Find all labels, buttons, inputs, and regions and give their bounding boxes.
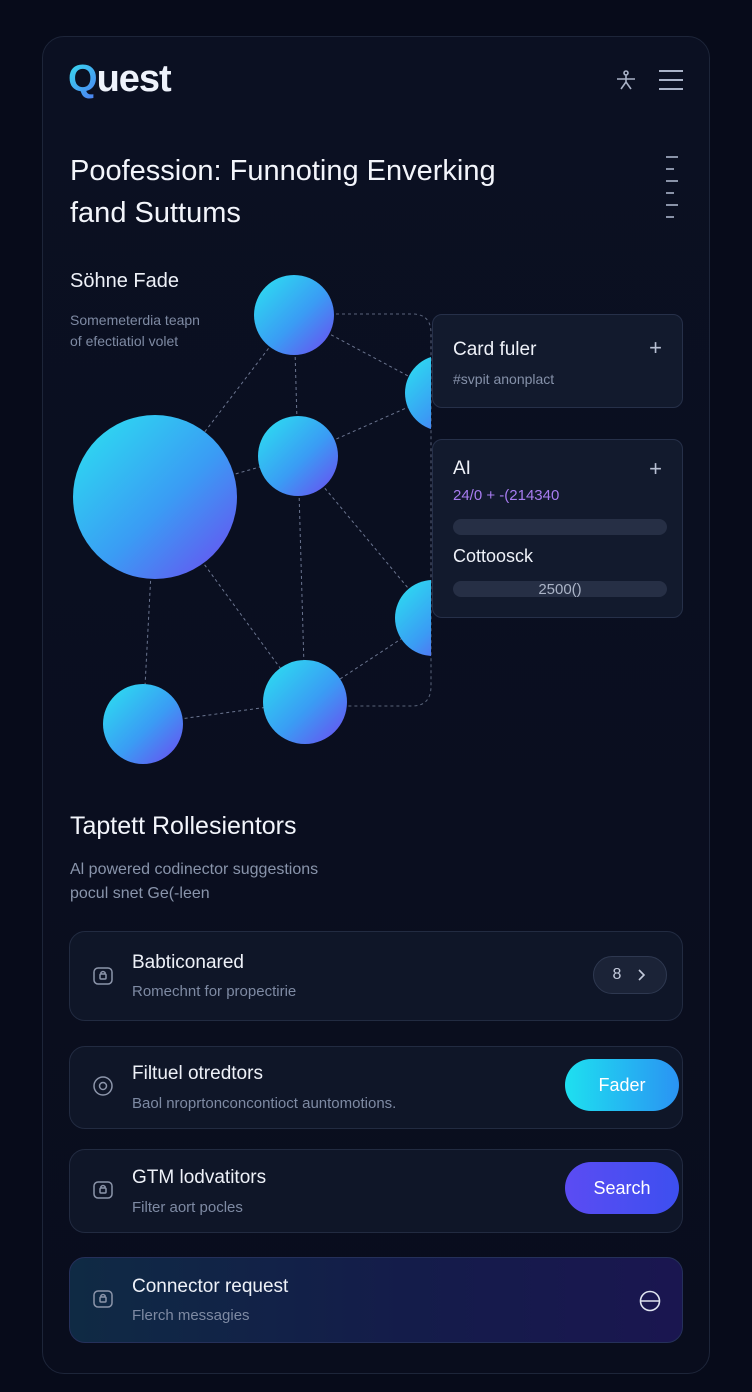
suggestion-description: Filter aort pocles [132,1199,243,1216]
suggestion-title: Filtuel otredtors [132,1063,263,1084]
fader-button[interactable]: Fader [565,1059,679,1111]
suggestions-title: Taptett Rollesientors [70,812,297,840]
suggestions-desc-line-1: Al powered codinector suggestions [70,861,319,878]
lock-icon [92,1288,114,1310]
graph-node[interactable] [258,416,338,496]
lock-icon [92,965,114,987]
add-ai-button[interactable]: + [649,458,662,480]
card-ai-title: AI [453,458,471,479]
add-filter-button[interactable]: + [649,337,662,359]
search-button[interactable]: Search [565,1162,679,1214]
graph-node[interactable] [263,660,347,744]
chevron-right-icon [638,969,646,981]
suggestion-title: Connector request [132,1276,289,1297]
card-filter-title: Card fuler [453,339,537,360]
card-ai-progress-bar [453,519,667,535]
suggestion-count-button[interactable]: 8 [593,956,667,994]
connector-request-row[interactable]: Connector request Flerch messagies [69,1257,683,1343]
card-ai-value: 24/0 + -(214340 [453,487,560,504]
suggestion-description: Baol nroprtonconcontioct auntomotions. [132,1095,397,1112]
suggestion-count: 8 [612,966,622,983]
card-ai[interactable]: AI + 24/0 + -(214340 Cottoosck 2500() [432,439,683,618]
graph-node[interactable] [254,275,334,355]
graph-node[interactable] [73,415,237,579]
card-filter-subtitle: #svpit anonplact [453,371,555,387]
card-ai-value-bar: 2500() [453,580,667,598]
info-icon [92,1075,114,1097]
suggestions-desc-line-2: pocul snet Ge(-leen [70,885,210,902]
minus-circle-icon[interactable] [638,1289,662,1313]
suggestion-title: GTM lodvatitors [132,1167,267,1188]
card-ai-label2: Cottoosck [453,546,534,566]
suggestion-row[interactable]: Filtuel otredtors Baol nroprtonconcontio… [69,1046,683,1129]
suggestion-title: Babticonared [132,952,244,973]
suggestion-description: Flerch messagies [132,1307,250,1324]
suggestion-description: Romechnt for propectirie [132,983,297,1000]
suggestion-row[interactable]: GTM lodvatitors Filter aort pocles Searc… [69,1149,683,1233]
suggestions-description: Al powered codinector suggestions pocul … [70,858,370,906]
suggestion-row[interactable]: Babticonared Romechnt for propectirie 8 [69,931,683,1021]
lock-icon [92,1179,114,1201]
card-filter[interactable]: Card fuler #svpit anonplact + [432,314,683,408]
card-ai-bar-value: 2500() [538,580,582,598]
graph-node[interactable] [103,684,183,764]
